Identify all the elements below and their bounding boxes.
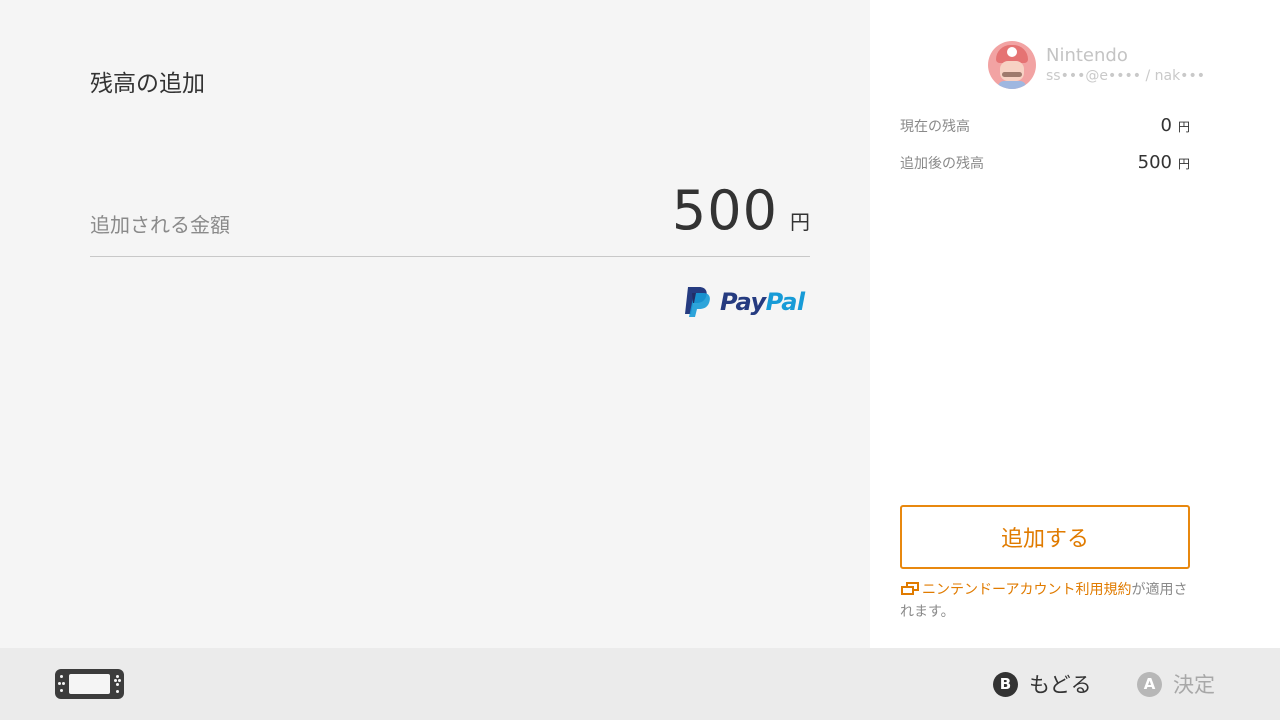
console-dot [114,679,117,682]
main-panel: 残高の追加 追加される金額 500 円 PayPal [0,0,870,648]
back-label: もどる [1029,673,1092,697]
a-button-icon: A [1137,671,1162,697]
console-dot [58,682,61,685]
handheld-console-icon [55,669,124,699]
account-info: Nintendo ss•••@e•••• / nak••• [988,41,1205,89]
console-dot [116,675,119,678]
paypal-word-pal: Pal [765,288,805,316]
paypal-wordmark: PayPal [720,288,805,316]
side-panel: Nintendo ss•••@e•••• / nak••• 現在の残高 0円 追… [870,0,1280,648]
external-link-icon [900,581,920,596]
avatar [988,41,1036,89]
avatar-face-shape [1000,61,1024,81]
account-name: Nintendo [1046,45,1128,66]
confirm-hint[interactable]: A 決定 [1137,669,1215,699]
console-dot [116,683,119,686]
account-text: Nintendo ss•••@e•••• / nak••• [1046,45,1205,85]
terms-notice: ニンテンドーアカウント利用規約が適用されます。 [900,579,1190,623]
current-balance-unit: 円 [1177,120,1190,134]
amount-number: 500 [671,179,778,242]
page-title: 残高の追加 [90,71,205,97]
console-dot [118,679,121,682]
after-balance-number: 500 [1137,152,1172,173]
b-button-icon: B [993,671,1018,697]
avatar-badge-shape [1007,47,1017,57]
back-hint[interactable]: B もどる [993,669,1092,699]
amount-label: 追加される金額 [90,213,230,237]
account-id: ss•••@e•••• / nak••• [1046,68,1205,84]
after-balance-row: 追加後の残高 500 円 [900,152,1190,173]
after-balance-value: 500 円 [1138,152,1190,173]
console-screen-shape [69,674,110,694]
amount-row: 追加される金額 500 円 [90,175,810,257]
avatar-mustache-shape [1002,72,1022,77]
console-dot [116,690,119,693]
terms-link[interactable]: ニンテンドーアカウント利用規約 [900,581,1132,598]
console-dot [62,682,65,685]
avatar-body-shape [998,81,1026,89]
console-dot [60,675,63,678]
current-balance-value: 0円 [1161,115,1190,136]
console-dot [60,689,63,692]
amount-unit: 円 [790,210,810,234]
paypal-word-pay: Pay [720,288,766,316]
current-balance-number: 0 [1160,115,1172,136]
after-balance-label: 追加後の残高 [900,156,984,172]
current-balance-row: 現在の残高 0円 [900,115,1190,136]
amount-value: 500 円 [672,179,810,242]
add-balance-button[interactable]: 追加する [900,505,1190,569]
paypal-logo: PayPal [684,286,805,318]
terms-link-text: ニンテンドーアカウント利用規約 [922,582,1132,598]
after-balance-unit: 円 [1177,157,1190,171]
confirm-label: 決定 [1173,673,1215,697]
paypal-icon [685,287,710,317]
current-balance-label: 現在の残高 [900,119,970,135]
